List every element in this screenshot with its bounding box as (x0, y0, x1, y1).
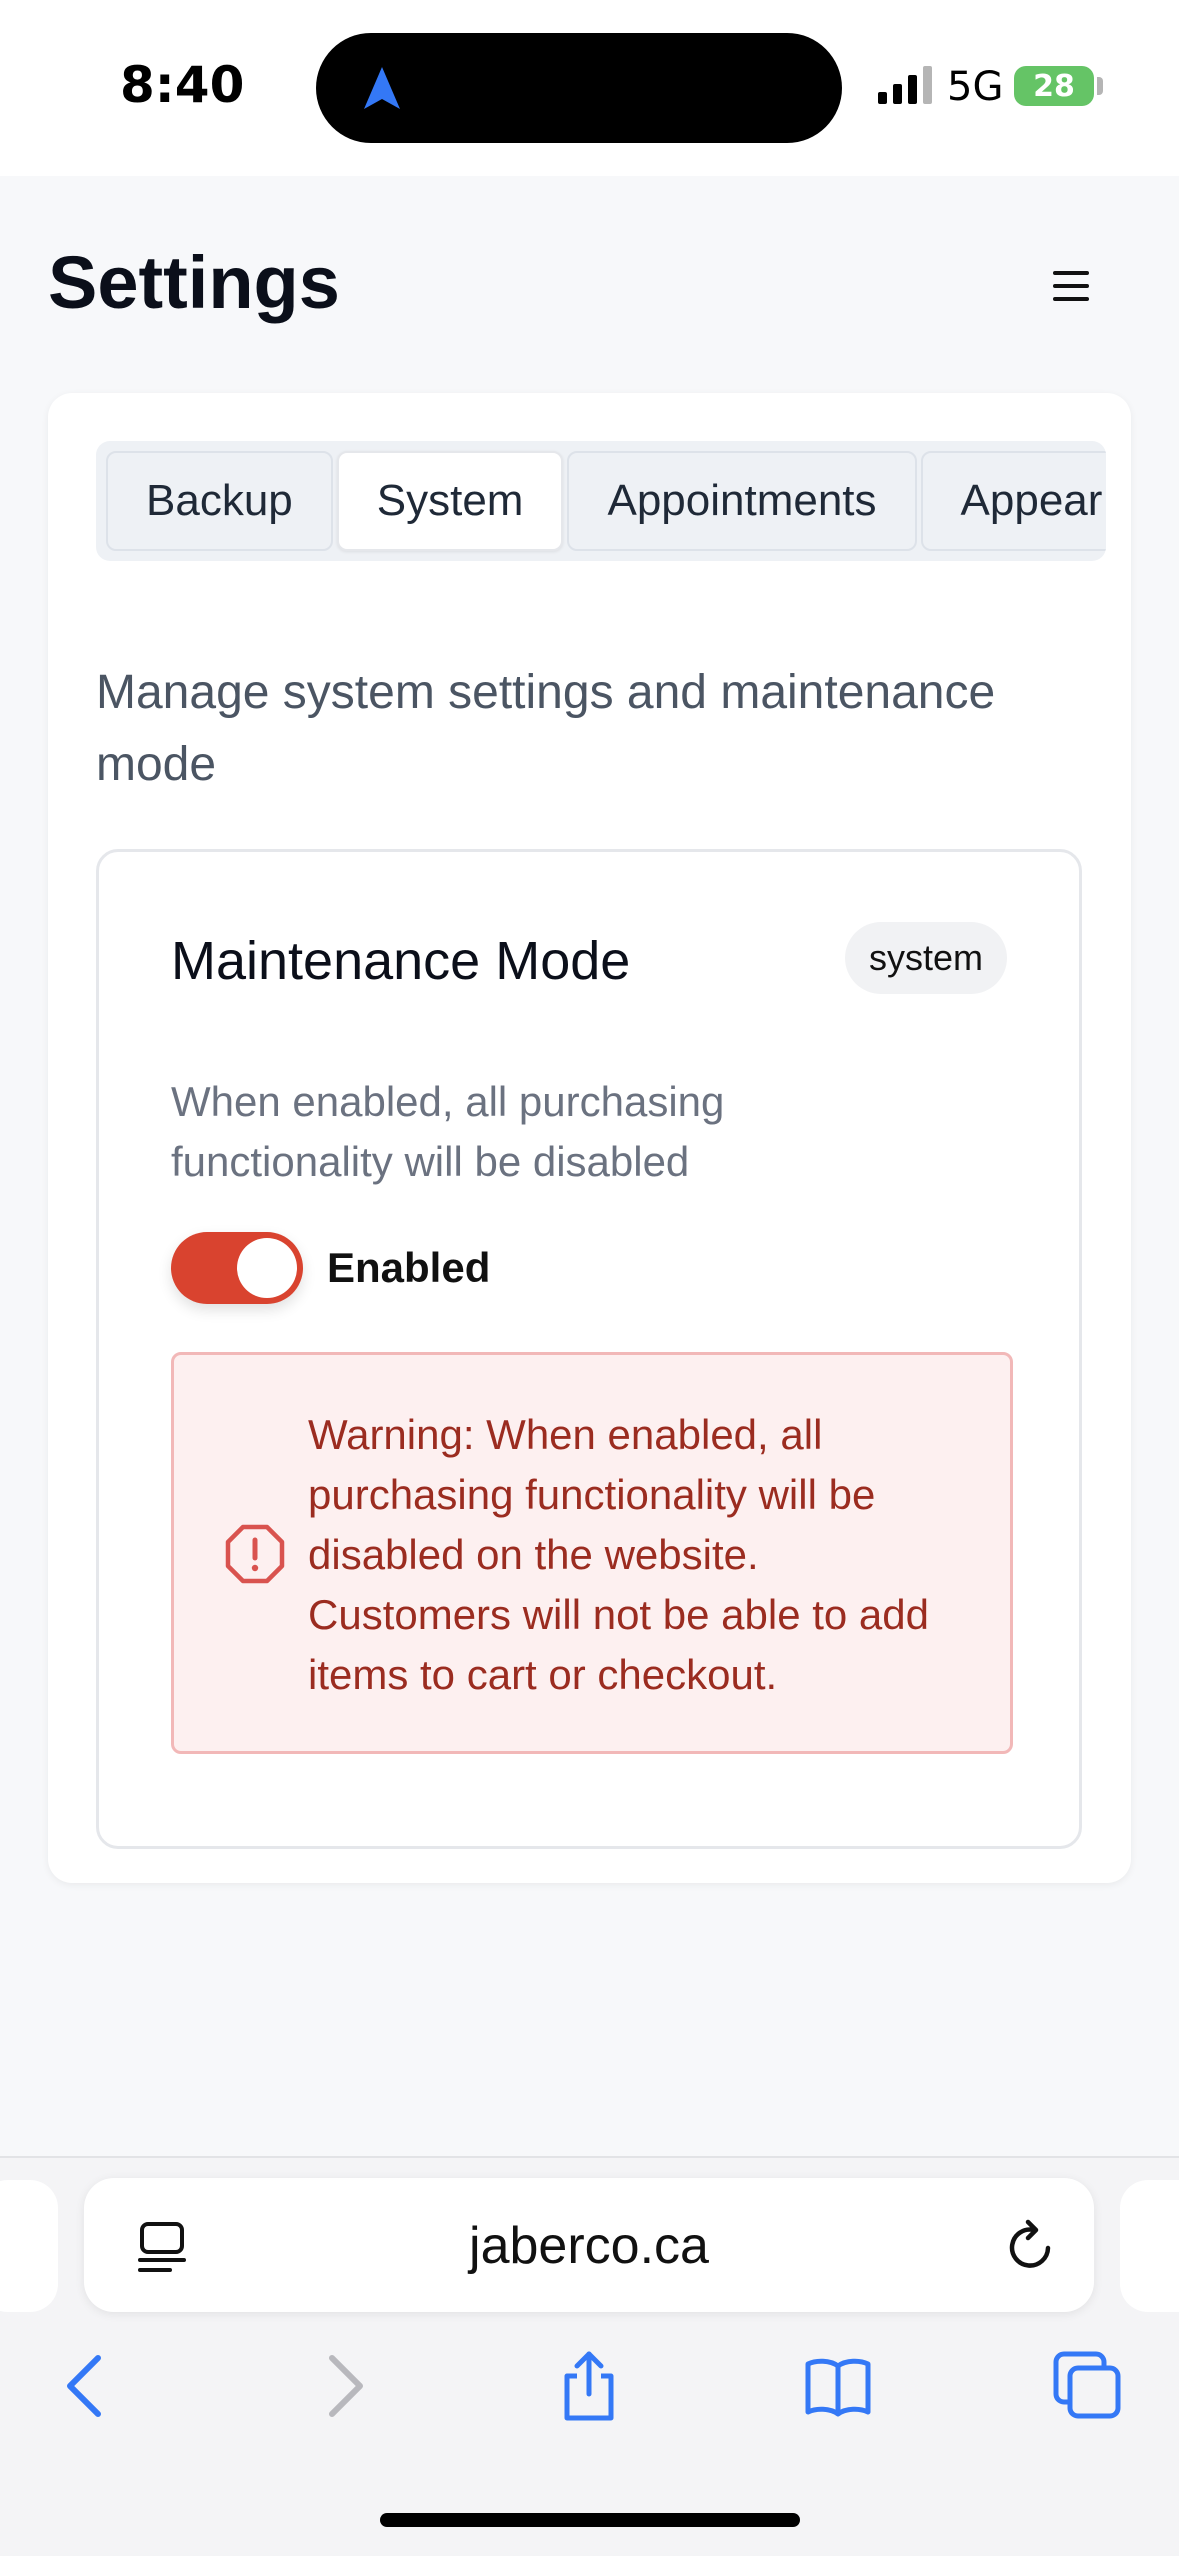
category-badge: system (844, 922, 1007, 994)
tab-system[interactable]: System (336, 451, 564, 551)
toggle-label: Enabled (327, 1244, 491, 1291)
warning-text: Warning: When enabled, all purchasing fu… (308, 1411, 929, 1698)
page-title: Settings (48, 241, 340, 324)
home-indicator (380, 2513, 800, 2527)
battery-level: 28 (1033, 68, 1075, 104)
url-text: jaberco.ca (469, 2217, 709, 2275)
alert-octagon-icon (225, 1524, 285, 1584)
settings-tabs: Backup System Appointments Appear (96, 441, 1106, 561)
battery-nub (1097, 77, 1103, 95)
share-icon[interactable] (553, 2350, 625, 2422)
cellular-signal-icon (878, 66, 932, 104)
status-time: 8:40 (120, 56, 245, 114)
battery-icon: 28 (1014, 66, 1094, 106)
reload-icon[interactable] (1004, 2218, 1058, 2274)
section-description: Manage system settings and maintenance m… (96, 666, 996, 791)
toggle-knob (237, 1238, 297, 1298)
network-type: 5G (947, 64, 1004, 110)
maintenance-mode-toggle[interactable] (171, 1232, 303, 1304)
hamburger-icon-line (1053, 271, 1089, 275)
previous-tab-preview[interactable] (0, 2180, 58, 2312)
hamburger-icon-line (1053, 297, 1089, 301)
warning-alert: Warning: When enabled, all purchasing fu… (171, 1352, 1013, 1754)
tabs-icon[interactable] (1052, 2350, 1124, 2422)
address-bar[interactable]: jaberco.ca (84, 2178, 1094, 2312)
tab-appointments[interactable]: Appointments (567, 451, 917, 551)
maintenance-mode-card: Maintenance Mode system When enabled, al… (96, 849, 1082, 1849)
navigation-arrow-icon (364, 67, 400, 109)
setting-description: When enabled, all purchasing functionali… (171, 1078, 725, 1185)
forward-icon[interactable] (306, 2350, 378, 2422)
hamburger-icon-line (1053, 284, 1089, 288)
dynamic-island (316, 33, 842, 143)
next-tab-preview[interactable] (1120, 2180, 1179, 2312)
back-icon[interactable] (52, 2350, 124, 2422)
settings-card: Backup System Appointments Appear Manage… (48, 393, 1131, 1883)
status-bar: 8:40 5G 28 (0, 0, 1179, 176)
setting-title: Maintenance Mode (171, 931, 631, 991)
menu-button[interactable] (1040, 258, 1102, 314)
tab-backup[interactable]: Backup (106, 451, 333, 551)
bookmarks-icon[interactable] (802, 2350, 874, 2422)
tab-appearance[interactable]: Appear (920, 451, 1106, 551)
